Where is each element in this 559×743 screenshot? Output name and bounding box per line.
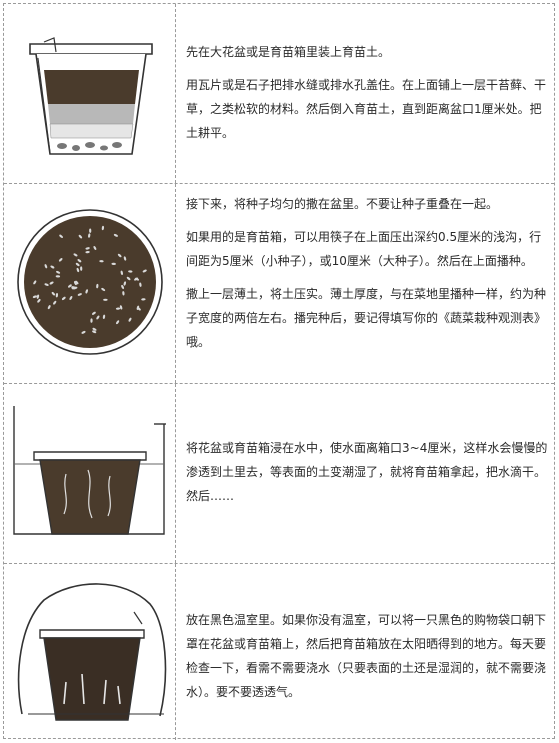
soaking-pot-icon [13, 406, 166, 535]
step-paragraph: 先在大花盆或是育苗箱里装上育苗土。 [186, 45, 391, 59]
step-2-illustration [4, 184, 176, 383]
step-paragraph: 接下来，将种子均匀的撒在盆里。不要让种子重叠在一起。 [186, 197, 499, 211]
pot-drainage-icon [29, 37, 153, 155]
step-paragraph: 将花盆或育苗箱浸在水中，使水面离箱口3~4厘米，这样水会慢慢的渗透到土里去，等表… [186, 441, 548, 503]
black-bag-cover-icon [17, 583, 167, 721]
step-3-text: 将花盆或育苗箱浸在水中，使水面离箱口3~4厘米，这样水会慢慢的渗透到土里去，等表… [186, 436, 548, 517]
step-2-text: 接下来，将种子均匀的撒在盆里。不要让种子重叠在一起。 如果用的是育苗箱，可以用筷… [186, 192, 548, 363]
step-row-2: 接下来，将种子均匀的撒在盆里。不要让种子重叠在一起。 如果用的是育苗箱，可以用筷… [4, 184, 554, 384]
seed-dot [103, 298, 108, 301]
instruction-table: 先在大花盆或是育苗箱里装上育苗土。 用瓦片或是石子把排水缝或排水孔盖住。在上面铺… [3, 3, 555, 740]
step-row-4: 放在黑色温室里。如果你没有温室，可以将一只黑色的购物袋口朝下罩在花盆或育苗箱上，… [4, 564, 554, 740]
step-4-illustration [4, 564, 176, 740]
step-1-text: 先在大花盆或是育苗箱里装上育苗土。 用瓦片或是石子把排水缝或排水孔盖住。在上面铺… [186, 40, 548, 154]
seed-tray-icon [17, 209, 163, 355]
step-3-illustration [4, 384, 176, 563]
step-row-1: 先在大花盆或是育苗箱里装上育苗土。 用瓦片或是石子把排水缝或排水孔盖住。在上面铺… [4, 4, 554, 184]
step-4-text: 放在黑色温室里。如果你没有温室，可以将一只黑色的购物袋口朝下罩在花盆或育苗箱上，… [186, 608, 548, 713]
step-paragraph: 放在黑色温室里。如果你没有温室，可以将一只黑色的购物袋口朝下罩在花盆或育苗箱上，… [186, 613, 547, 699]
seed-dot [89, 228, 92, 233]
step-paragraph: 用瓦片或是石子把排水缝或排水孔盖住。在上面铺上一层干苔藓、干草，之类松软的材料。… [186, 78, 547, 140]
step-1-illustration [4, 4, 176, 183]
step-paragraph: 撒上一层薄土，将土压实。薄土厚度，与在菜地里播种一样，约为种子宽度的两倍左右。播… [186, 287, 547, 349]
step-row-3: 将花盆或育苗箱浸在水中，使水面离箱口3~4厘米，这样水会慢慢的渗透到土里去，等表… [4, 384, 554, 564]
step-paragraph: 如果用的是育苗箱，可以用筷子在上面压出深约0.5厘米的浅沟，行间距为5厘米（小种… [186, 230, 542, 268]
